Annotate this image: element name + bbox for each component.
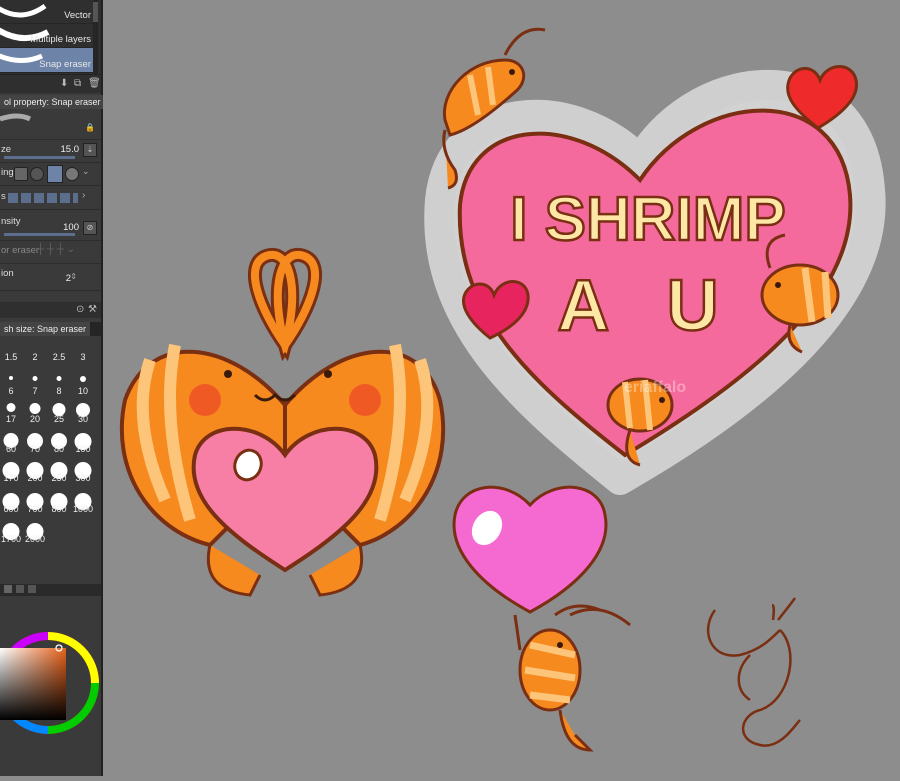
tab-color-history[interactable] bbox=[28, 585, 36, 593]
prop-antialiasing[interactable]: ing ⌄ bbox=[0, 163, 101, 186]
brush-size-tabbar: sh size: Snap eraser bbox=[0, 322, 101, 336]
left-panel: Vector Multiple layers Snap eraser ⬇ ⧉ 🗑… bbox=[0, 0, 103, 776]
subtool-label: Vector bbox=[64, 10, 91, 21]
prop-stabilization[interactable]: ion 2 ⇕ bbox=[0, 264, 101, 291]
subtool-list: Vector Multiple layers Snap eraser bbox=[0, 0, 101, 74]
brush-size-cell[interactable]: 6 bbox=[0, 372, 22, 396]
tab-color-wheel[interactable] bbox=[4, 585, 12, 593]
size-slider[interactable] bbox=[4, 156, 75, 159]
watermark-text: eriaffalo bbox=[624, 379, 686, 396]
color-wheel[interactable] bbox=[0, 596, 101, 776]
prop-size[interactable]: ze 15.0 ⇣ bbox=[0, 140, 101, 163]
brush-size-cell[interactable]: 30 bbox=[72, 400, 94, 424]
subtool-snap-eraser[interactable]: Snap eraser bbox=[0, 48, 95, 73]
prop-density[interactable]: nsity 100 ⊘ bbox=[0, 212, 101, 241]
prop-label: s bbox=[1, 191, 6, 202]
brush-size-cell[interactable]: 170 bbox=[0, 459, 22, 483]
brush-size-cell[interactable]: 2.5 bbox=[48, 338, 70, 362]
lock-icon[interactable]: 🔒 bbox=[85, 123, 95, 132]
save-default-icon[interactable]: ⊙ bbox=[76, 304, 84, 315]
brush-size-cell[interactable]: 1700 bbox=[0, 520, 22, 544]
brush-preview-row: 🔒 bbox=[0, 109, 101, 140]
color-tabs bbox=[0, 584, 101, 596]
brush-size-cell[interactable]: 1000 bbox=[72, 490, 94, 514]
property-footer: ⊙ ⚒ bbox=[0, 302, 101, 318]
sticker-heart-group: I SHRIMP A U eriaffalo bbox=[424, 27, 886, 495]
brush-size-cell[interactable]: 20 bbox=[24, 400, 46, 424]
vector-eraser-options-icon[interactable]: ┼ ┼ ┼ ⌄ bbox=[37, 244, 75, 255]
tab-tool-property[interactable]: ol property: Snap eraser bbox=[0, 95, 103, 109]
brush-size-cell[interactable]: 3 bbox=[72, 338, 94, 362]
delete-subtool-icon[interactable]: 🗑 bbox=[88, 78, 101, 89]
heart-text-line1: I SHRIMP bbox=[510, 185, 786, 254]
density-slider[interactable] bbox=[4, 233, 75, 236]
save-subtool-icon[interactable]: ⬇ bbox=[60, 78, 68, 89]
subtool-vector[interactable]: Vector bbox=[0, 0, 95, 24]
shrimp-couple-group bbox=[119, 247, 446, 597]
brush-stroke-preview-icon bbox=[0, 3, 47, 18]
prop-shape[interactable]: s › bbox=[0, 187, 101, 210]
tab-brush-size[interactable]: sh size: Snap eraser bbox=[0, 322, 91, 336]
size-value[interactable]: 15.0 bbox=[61, 144, 80, 155]
subtool-label: Multiple layers bbox=[30, 34, 91, 45]
brush-size-cell[interactable]: 8 bbox=[48, 372, 70, 396]
brush-size-cell[interactable]: 300 bbox=[72, 459, 94, 483]
subtool-scrollbar[interactable] bbox=[93, 0, 98, 74]
artwork: I SHRIMP A U eriaffalo bbox=[119, 27, 886, 752]
balloon-heart bbox=[452, 485, 608, 614]
subtool-label: Snap eraser bbox=[39, 59, 91, 70]
brush-size-cell[interactable]: 250 bbox=[48, 459, 70, 483]
aa-weak-option[interactable] bbox=[30, 167, 44, 181]
density-value[interactable]: 100 bbox=[63, 222, 79, 233]
shape-swatches[interactable] bbox=[8, 193, 78, 203]
prop-label: or eraser bbox=[1, 245, 40, 256]
prop-label: ze bbox=[1, 144, 12, 155]
brush-size-cell[interactable]: 60 bbox=[0, 430, 22, 454]
aa-none-option[interactable] bbox=[14, 167, 28, 181]
brush-size-cell[interactable]: 800 bbox=[48, 490, 70, 514]
brush-size-cell[interactable]: 600 bbox=[0, 490, 22, 514]
prop-label: nsity bbox=[1, 216, 21, 227]
tool-property-tabbar: ol property: Snap eraser bbox=[0, 95, 103, 109]
prop-label: ing bbox=[1, 167, 14, 178]
size-dynamics-button[interactable]: ⇣ bbox=[83, 143, 97, 157]
subtool-multiple-layers[interactable]: Multiple layers bbox=[0, 24, 95, 48]
brush-size-cell[interactable]: 25 bbox=[48, 400, 70, 424]
brush-size-cell[interactable]: 1.5 bbox=[0, 338, 22, 362]
chevron-right-icon[interactable]: › bbox=[82, 190, 85, 201]
drawing-canvas[interactable]: I SHRIMP A U eriaffalo bbox=[103, 0, 900, 776]
brush-size-cell[interactable]: 200 bbox=[24, 459, 46, 483]
brush-size-cell[interactable]: 70 bbox=[24, 430, 46, 454]
brush-size-cell[interactable]: 80 bbox=[48, 430, 70, 454]
chevron-down-icon[interactable]: ⌄ bbox=[82, 166, 90, 177]
brush-size-cell[interactable]: 10 bbox=[72, 372, 94, 396]
aa-strong-option[interactable] bbox=[65, 167, 79, 181]
density-dynamics-button[interactable]: ⊘ bbox=[83, 221, 97, 235]
brush-size-cell[interactable]: 2000 bbox=[24, 520, 46, 544]
color-wheel-panel bbox=[0, 596, 101, 776]
aa-medium-option[interactable] bbox=[47, 165, 63, 183]
prop-vector-eraser[interactable]: or eraser ┼ ┼ ┼ ⌄ bbox=[0, 241, 101, 264]
prop-label: ion bbox=[1, 268, 14, 279]
wrench-icon[interactable]: ⚒ bbox=[88, 304, 97, 315]
heart-text-line2: A U bbox=[557, 266, 738, 346]
brush-tip-preview-icon bbox=[0, 113, 32, 122]
duplicate-subtool-icon[interactable]: ⧉ bbox=[74, 78, 81, 89]
stepper-icon[interactable]: ⇕ bbox=[70, 272, 77, 281]
brush-size-cell[interactable]: 17 bbox=[0, 400, 22, 424]
brush-size-cell[interactable]: 2 bbox=[24, 338, 46, 362]
balloon-shrimp-group bbox=[452, 485, 631, 752]
subtool-actions: ⬇ ⧉ 🗑 bbox=[0, 74, 101, 93]
brush-size-cell[interactable]: 7 bbox=[24, 372, 46, 396]
brush-size-cell[interactable]: 100 bbox=[72, 430, 94, 454]
sketch-shrimp-group bbox=[706, 597, 801, 747]
scrollbar-thumb[interactable] bbox=[93, 2, 98, 22]
tab-color-set[interactable] bbox=[16, 585, 24, 593]
brush-size-cell[interactable]: 700 bbox=[24, 490, 46, 514]
